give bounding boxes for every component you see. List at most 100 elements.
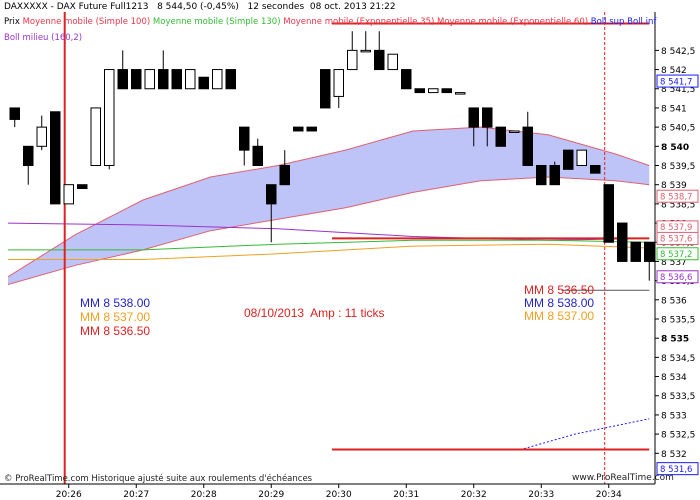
- candle-body: [522, 126, 533, 166]
- candle-body: [198, 76, 209, 90]
- candle: [414, 88, 425, 94]
- candle-body: [428, 88, 439, 94]
- candle: [293, 126, 304, 132]
- candle-body: [36, 126, 47, 147]
- candle: [455, 92, 466, 95]
- price-label: 8 538,7: [660, 192, 692, 202]
- mm-left-2: MM 8 537.00: [80, 310, 151, 324]
- candle: [576, 149, 587, 166]
- y-tick-label: 8 535: [661, 335, 689, 345]
- y-tick-label: 8 532: [661, 450, 687, 460]
- mm-right-3: MM 8 537.00: [524, 309, 595, 323]
- price-label: 8 536,6: [660, 273, 692, 283]
- candle: [536, 164, 547, 186]
- footer-brand[interactable]: www.ProRealTime.com: [572, 473, 674, 483]
- candle: [50, 111, 61, 205]
- candle-body: [414, 88, 425, 94]
- candle-body: [23, 145, 34, 166]
- candle-body: [320, 69, 331, 109]
- candle-body: [104, 69, 115, 166]
- interval: 12 secondes: [247, 2, 305, 12]
- candle-body: [401, 69, 412, 90]
- y-tick-label: 8 541: [661, 104, 687, 114]
- candle: [63, 184, 74, 205]
- candle-body: [131, 69, 142, 90]
- candle: [495, 126, 506, 147]
- y-tick-label: 8 542,5: [661, 47, 695, 57]
- mm-left-3: MM 8 536.50: [80, 324, 151, 338]
- x-tick-label: 20:34: [596, 490, 622, 500]
- candle-body: [617, 222, 628, 262]
- candle-body: [468, 107, 479, 128]
- candle: [401, 69, 412, 90]
- y-tick-label: 8 534: [661, 373, 687, 383]
- price-label: 8 541,7: [660, 77, 692, 87]
- candle-body: [252, 145, 263, 166]
- candle-body: [495, 126, 506, 147]
- candle-body: [293, 126, 304, 132]
- legend-price[interactable]: Prix: [4, 17, 20, 27]
- candle: [198, 76, 209, 90]
- x-tick-label: 20:27: [123, 490, 149, 500]
- header-datetime: 08 oct. 2013 21:22: [309, 2, 396, 12]
- candle: [563, 149, 574, 170]
- x-tick-label: 20:31: [393, 490, 419, 500]
- candle-body: [212, 69, 223, 90]
- x-tick-label: 20:33: [528, 490, 554, 500]
- y-tick-label: 8 533: [661, 411, 687, 421]
- x-tick-label: 20:29: [258, 490, 284, 500]
- candle: [225, 69, 236, 90]
- candle-body: [144, 69, 155, 90]
- candle-body: [563, 149, 574, 170]
- candle-body: [387, 53, 398, 71]
- x-tick-label: 20:32: [461, 490, 487, 500]
- price-chart[interactable]: 8 542,58 5428 541,58 5418 540,58 5408 53…: [0, 0, 700, 500]
- legend-ema35[interactable]: Moyenne mobile (Exponentielle 35): [283, 17, 434, 27]
- price-label: 8 537,6: [660, 235, 692, 245]
- candle: [590, 164, 601, 174]
- candle-body: [333, 69, 344, 97]
- candle-body: [549, 164, 560, 186]
- x-tick-label: 20:26: [56, 490, 82, 500]
- legend-sma100[interactable]: Moyenne mobile (Simple 100): [23, 17, 151, 27]
- price-label: 8 537,2: [660, 250, 692, 260]
- candle: [185, 69, 196, 90]
- candle: [212, 69, 223, 90]
- price-label: 8 537,9: [660, 223, 692, 233]
- candle-body: [630, 241, 641, 262]
- candle-body: [536, 164, 547, 186]
- legend-boll-inf[interactable]: Boll.inf: [627, 17, 656, 27]
- y-tick-label: 8 534,5: [661, 354, 695, 364]
- legend-ema60[interactable]: Moyenne mobile (Exponentielle 60): [437, 17, 588, 27]
- candle-body: [509, 130, 520, 133]
- candle-body: [266, 184, 277, 205]
- candle: [90, 107, 101, 166]
- candle: [428, 88, 439, 94]
- candle-body: [63, 184, 74, 205]
- legend-boll-mid[interactable]: Boll milieu (160,2): [4, 33, 82, 43]
- candle: [387, 53, 398, 71]
- legend-sma130[interactable]: Moyenne mobile (Simple 130): [153, 17, 281, 27]
- candle-body: [603, 184, 614, 243]
- candle-body: [225, 69, 236, 90]
- candle-body: [158, 69, 169, 90]
- footer-note: Historique ajusté suite aux roulements d…: [91, 474, 313, 484]
- y-tick-label: 8 540: [661, 143, 689, 153]
- instrument-name: DAXXXXX - DAX Future Full1213: [4, 2, 149, 12]
- y-tick-label: 8 539: [661, 181, 687, 191]
- candle-body: [279, 164, 290, 186]
- legend-boll-sup[interactable]: Boll.sup: [591, 17, 625, 27]
- annotation-left: MM 8 538.00 MM 8 537.00 MM 8 536.50: [80, 296, 150, 338]
- candle-body: [77, 184, 88, 190]
- candle-body: [590, 164, 601, 174]
- y-tick-label: 8 539,5: [661, 162, 695, 172]
- candle-body: [50, 111, 61, 205]
- x-tick-label: 20:28: [191, 490, 217, 500]
- candle-body: [117, 69, 128, 90]
- candle: [131, 69, 142, 90]
- candle: [306, 126, 317, 132]
- candle: [104, 69, 115, 170]
- candle: [171, 69, 182, 90]
- mm-left-1: MM 8 538.00: [80, 296, 151, 310]
- candle: [617, 222, 628, 262]
